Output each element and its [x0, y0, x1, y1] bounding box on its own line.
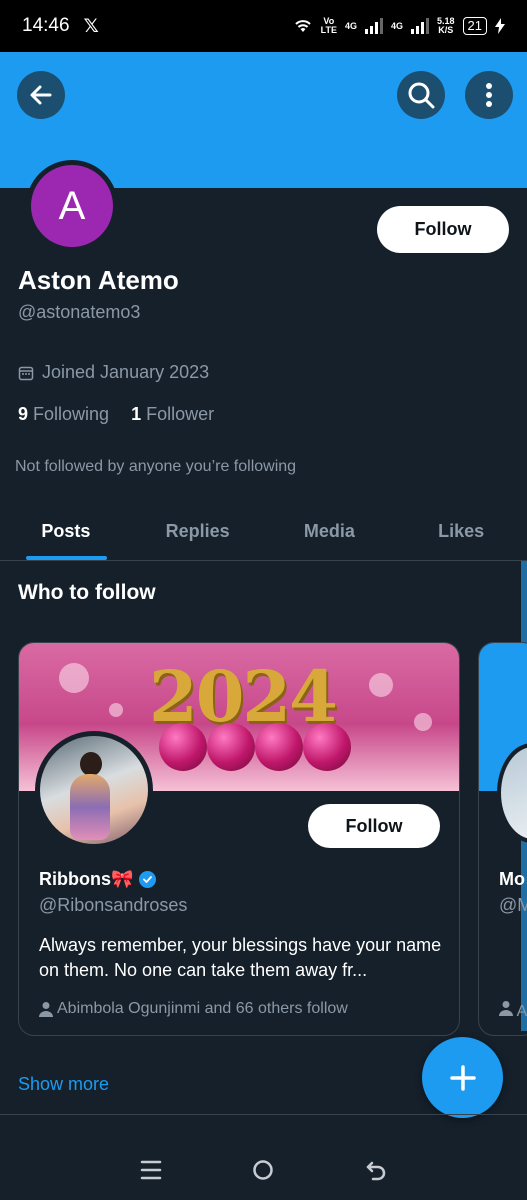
following-link[interactable]: 9 Following: [18, 404, 109, 425]
person-icon: [499, 1001, 513, 1016]
verified-badge-icon: [139, 871, 157, 888]
show-more-link[interactable]: Show more: [18, 1074, 109, 1095]
suggestion-card[interactable]: 2024 Follow Ribbons🎀 @Ribonsandroses Alw…: [18, 642, 460, 1036]
tab-media[interactable]: Media: [264, 503, 396, 560]
card-social-text: Abimbola Ogunjinmi and 66 others follow: [57, 1000, 348, 1017]
followers-count: 1: [131, 404, 142, 424]
signal-1-icon: [364, 18, 383, 34]
system-back-button[interactable]: [361, 1155, 391, 1185]
avatar-letter: A: [31, 165, 113, 247]
volte-bottom: LTE: [320, 25, 337, 35]
who-to-follow-title: Who to follow: [18, 581, 156, 604]
joined-text: Joined January 2023: [42, 362, 210, 382]
card-avatar[interactable]: [35, 731, 153, 849]
system-nav-bar: [0, 1140, 527, 1200]
profile-name: Aston Atemo: [18, 265, 179, 295]
status-bar: 14:46 𝕏 Vo LTE 4G 4G 5.18 K/S 21: [0, 0, 527, 52]
card-bio: Always remember, your blessings have you…: [39, 935, 442, 980]
card-follow-button[interactable]: Follow: [308, 804, 440, 848]
more-options-button[interactable]: [465, 71, 513, 119]
followers-label: Follower: [146, 404, 215, 424]
status-time: 14:46: [22, 15, 70, 36]
tab-likes[interactable]: Likes: [395, 503, 527, 560]
next-card-handle: @M: [499, 895, 527, 915]
next-suggestion-card[interactable]: Mo @M A: [478, 642, 527, 1036]
person-icon: [39, 1002, 53, 1017]
next-card-name: Mo: [499, 869, 525, 889]
home-button[interactable]: [248, 1155, 278, 1185]
follow-button[interactable]: Follow: [377, 206, 509, 253]
network-1: 4G: [344, 20, 357, 31]
profile-handle: @astonatemo3: [18, 302, 141, 322]
card-avatar-photo: [40, 736, 148, 844]
following-label: Following: [33, 404, 110, 424]
recents-icon: [140, 1160, 162, 1180]
tab-posts[interactable]: Posts: [0, 503, 132, 560]
followers-link[interactable]: 1 Follower: [131, 404, 214, 425]
charging-icon: [495, 18, 505, 34]
following-count: 9: [18, 404, 29, 424]
arrow-left-icon: [30, 85, 52, 105]
volte-indicator: Vo LTE: [321, 17, 337, 35]
status-icons: Vo LTE 4G 4G 5.18 K/S 21: [293, 17, 505, 35]
more-vertical-icon: [486, 83, 492, 107]
compose-button[interactable]: [422, 1037, 503, 1118]
plus-icon: [449, 1064, 476, 1091]
x-logo-icon: 𝕏: [83, 15, 99, 37]
profile-avatar[interactable]: A: [26, 160, 118, 252]
calendar-icon: [18, 366, 34, 380]
next-card-social-text: A: [516, 1003, 527, 1020]
card-social-context: Abimbola Ogunjinmi and 66 others follow: [39, 1000, 348, 1018]
mutual-followers-note: Not followed by anyone you’re following: [15, 458, 297, 475]
back-button[interactable]: [17, 71, 65, 119]
next-card-social: A: [499, 1000, 527, 1021]
back-icon: [366, 1161, 386, 1181]
battery-level: 21: [462, 17, 487, 35]
divider: [0, 1114, 527, 1115]
net-speed: 5.18 K/S: [437, 17, 455, 35]
profile-stats: 9 Following 1 Follower: [18, 404, 214, 425]
card-user-name: Ribbons🎀: [39, 869, 157, 890]
joined-date: Joined January 2023: [18, 362, 209, 383]
profile-tabs: Posts Replies Media Likes: [0, 503, 527, 561]
card-name-text: Ribbons🎀: [39, 869, 134, 889]
home-circle-icon: [253, 1160, 274, 1180]
speed-unit: K/S: [438, 25, 454, 35]
network-2: 4G: [390, 20, 403, 31]
wifi-icon: [294, 20, 311, 32]
card-user-handle: @Ribonsandroses: [39, 895, 188, 915]
tab-replies[interactable]: Replies: [132, 503, 264, 560]
search-button[interactable]: [397, 71, 445, 119]
recents-button[interactable]: [136, 1155, 166, 1185]
signal-2-icon: [411, 18, 429, 34]
search-icon: [408, 82, 435, 109]
